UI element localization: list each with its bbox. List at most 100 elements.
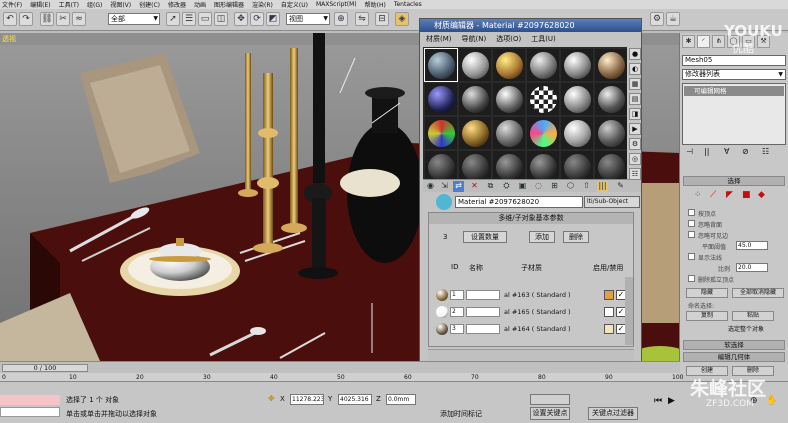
menu-item[interactable]: 工具(T) bbox=[59, 0, 79, 9]
sample-slot[interactable] bbox=[561, 49, 593, 81]
sample-slot[interactable] bbox=[459, 117, 491, 149]
delete-isolated-checkbox[interactable] bbox=[688, 275, 695, 282]
material-id-channel-icon[interactable]: ◌ bbox=[533, 181, 544, 192]
mirror-icon[interactable]: ⇋ bbox=[355, 12, 369, 26]
render-icon[interactable]: ☕ bbox=[666, 12, 680, 26]
menu-item[interactable]: 编辑(E) bbox=[30, 0, 50, 9]
show-normals-checkbox[interactable] bbox=[688, 253, 695, 260]
sample-slot[interactable] bbox=[493, 83, 525, 115]
sample-slot[interactable] bbox=[595, 117, 627, 149]
menu-item[interactable]: 图形编辑器 bbox=[214, 0, 244, 9]
col-name[interactable]: 名称 bbox=[469, 263, 483, 273]
menu-item[interactable]: MAXScript(M) bbox=[316, 1, 357, 8]
set-number-button[interactable]: 设置数量 bbox=[463, 231, 507, 243]
menu-item[interactable]: 文件(F) bbox=[2, 0, 22, 9]
submaterial-color[interactable] bbox=[604, 324, 614, 334]
z-coord-field[interactable]: 0.0mm bbox=[386, 394, 416, 405]
create-tab-icon[interactable]: ✱ bbox=[682, 35, 695, 48]
material-editor-titlebar[interactable]: 材质编辑器 - Material #2097628020 bbox=[420, 19, 641, 32]
menu-item[interactable]: 帮助(H) bbox=[365, 0, 386, 9]
sample-slot[interactable] bbox=[561, 83, 593, 115]
menu-item[interactable]: 动画 bbox=[194, 0, 206, 9]
submaterial-color[interactable] bbox=[604, 307, 614, 317]
time-slider[interactable]: 0 / 100 bbox=[2, 364, 88, 372]
stack-item-editable-mesh[interactable]: 可编辑网格 bbox=[684, 86, 784, 96]
copy-button[interactable]: 复制 bbox=[686, 311, 728, 321]
delete-button[interactable]: 删除 bbox=[563, 231, 589, 243]
submaterial-swatch[interactable] bbox=[436, 306, 448, 318]
go-to-start-icon[interactable]: ⏮ bbox=[654, 396, 662, 406]
align-icon[interactable]: ⊟ bbox=[375, 12, 389, 26]
ignore-visible-edges-checkbox[interactable] bbox=[688, 231, 695, 238]
make-preview-icon[interactable]: ▶ bbox=[629, 123, 641, 135]
sample-slot[interactable] bbox=[424, 48, 458, 82]
get-material-icon[interactable]: ◉ bbox=[425, 181, 436, 192]
vertex-icon[interactable]: ⁘ bbox=[694, 190, 702, 200]
configure-sets-icon[interactable]: ☷ bbox=[762, 147, 769, 156]
unlink-icon[interactable]: ✂ bbox=[56, 12, 70, 26]
material-type-button[interactable]: lti/Sub-Object bbox=[584, 196, 640, 208]
selection-filter-dropdown[interactable]: 全部 ▼ bbox=[108, 13, 160, 25]
menu-item[interactable]: 视图(V) bbox=[110, 0, 131, 9]
go-forward-sibling-icon[interactable]: ||| bbox=[597, 181, 608, 192]
submaterial-button[interactable]: al #164 ( Standard ) bbox=[504, 325, 571, 333]
submaterial-name-field[interactable] bbox=[466, 307, 500, 317]
submaterial-name-field[interactable] bbox=[466, 290, 500, 300]
sample-type-icon[interactable]: ● bbox=[629, 48, 641, 60]
make-copy-icon[interactable]: ⧉ bbox=[485, 181, 496, 192]
put-to-scene-icon[interactable]: ⇲ bbox=[439, 181, 450, 192]
rollout-header[interactable]: 多维/子对象基本参数 bbox=[429, 213, 633, 224]
submaterial-id-field[interactable]: 3 bbox=[450, 324, 464, 334]
pick-material-eyedropper-icon[interactable] bbox=[436, 194, 452, 210]
element-icon[interactable]: ◆ bbox=[758, 190, 765, 200]
window-crossing-icon[interactable]: ◫ bbox=[214, 12, 228, 26]
make-unique-icon[interactable]: ⛭ bbox=[501, 181, 512, 192]
x-coord-field[interactable]: 11278.223 bbox=[290, 394, 324, 405]
play-icon[interactable]: ▶ bbox=[668, 396, 675, 406]
menu-item[interactable]: 创建(C) bbox=[139, 0, 160, 9]
bind-space-warp-icon[interactable]: ≈ bbox=[72, 12, 86, 26]
background-icon[interactable]: ▦ bbox=[629, 78, 641, 90]
viewport-label[interactable]: 透视 bbox=[2, 34, 16, 44]
ignore-backface-checkbox[interactable] bbox=[688, 220, 695, 227]
edit-geometry-rollout[interactable]: 编辑几何体 bbox=[683, 352, 785, 362]
y-coord-field[interactable]: 4025.316 bbox=[338, 394, 372, 405]
scale-field[interactable]: 20.0 bbox=[736, 263, 768, 272]
add-time-tag[interactable]: 添加时间标记 bbox=[440, 409, 482, 419]
material-menu-item[interactable]: 选项(O) bbox=[496, 34, 521, 44]
redo-icon[interactable]: ↷ bbox=[19, 12, 33, 26]
sample-slot[interactable] bbox=[595, 49, 627, 81]
col-id[interactable]: ID bbox=[451, 263, 458, 271]
sample-slot[interactable] bbox=[595, 83, 627, 115]
sample-slot[interactable] bbox=[459, 83, 491, 115]
material-menu-item[interactable]: 导航(N) bbox=[462, 34, 487, 44]
submaterial-id-field[interactable]: 1 bbox=[450, 290, 464, 300]
submaterial-swatch[interactable] bbox=[436, 289, 448, 301]
absolute-mode-icon[interactable]: ✥ bbox=[268, 394, 275, 403]
unhide-all-button[interactable]: 全部取消隐藏 bbox=[732, 288, 784, 298]
submaterial-color[interactable] bbox=[604, 290, 614, 300]
submaterial-swatch[interactable] bbox=[436, 323, 448, 335]
options-icon[interactable]: ⚙ bbox=[629, 138, 641, 150]
edge-icon[interactable]: ⟋ bbox=[710, 190, 716, 200]
menu-item[interactable]: 修改器 bbox=[168, 0, 186, 9]
show-end-result-icon[interactable]: ⬡ bbox=[565, 181, 576, 192]
sample-slot[interactable] bbox=[561, 117, 593, 149]
video-check-icon[interactable]: ◨ bbox=[629, 108, 641, 120]
maxscript-listener-bottom[interactable] bbox=[0, 407, 60, 417]
submaterial-button[interactable]: al #163 ( Standard ) bbox=[504, 291, 571, 299]
sample-slot[interactable] bbox=[527, 49, 559, 81]
planar-threshold-field[interactable]: 45.0 bbox=[736, 241, 768, 250]
material-editor-icon[interactable]: ◈ bbox=[395, 12, 409, 26]
assign-to-selection-icon[interactable]: ⇄ bbox=[453, 181, 464, 192]
render-setup-icon[interactable]: ⚙ bbox=[650, 12, 664, 26]
sample-slot[interactable] bbox=[459, 49, 491, 81]
pan-icon[interactable]: ✋ bbox=[766, 396, 777, 406]
scale-icon[interactable]: ◩ bbox=[266, 12, 280, 26]
object-name-field[interactable]: Mesh05 bbox=[682, 55, 786, 66]
menu-item[interactable]: 自定义(U) bbox=[281, 0, 308, 9]
submaterial-button[interactable]: al #165 ( Standard ) bbox=[504, 308, 571, 316]
pivot-center-icon[interactable]: ⊕ bbox=[334, 12, 348, 26]
submaterial-id-field[interactable]: 2 bbox=[450, 307, 464, 317]
menu-item[interactable]: 组(G) bbox=[87, 0, 102, 9]
